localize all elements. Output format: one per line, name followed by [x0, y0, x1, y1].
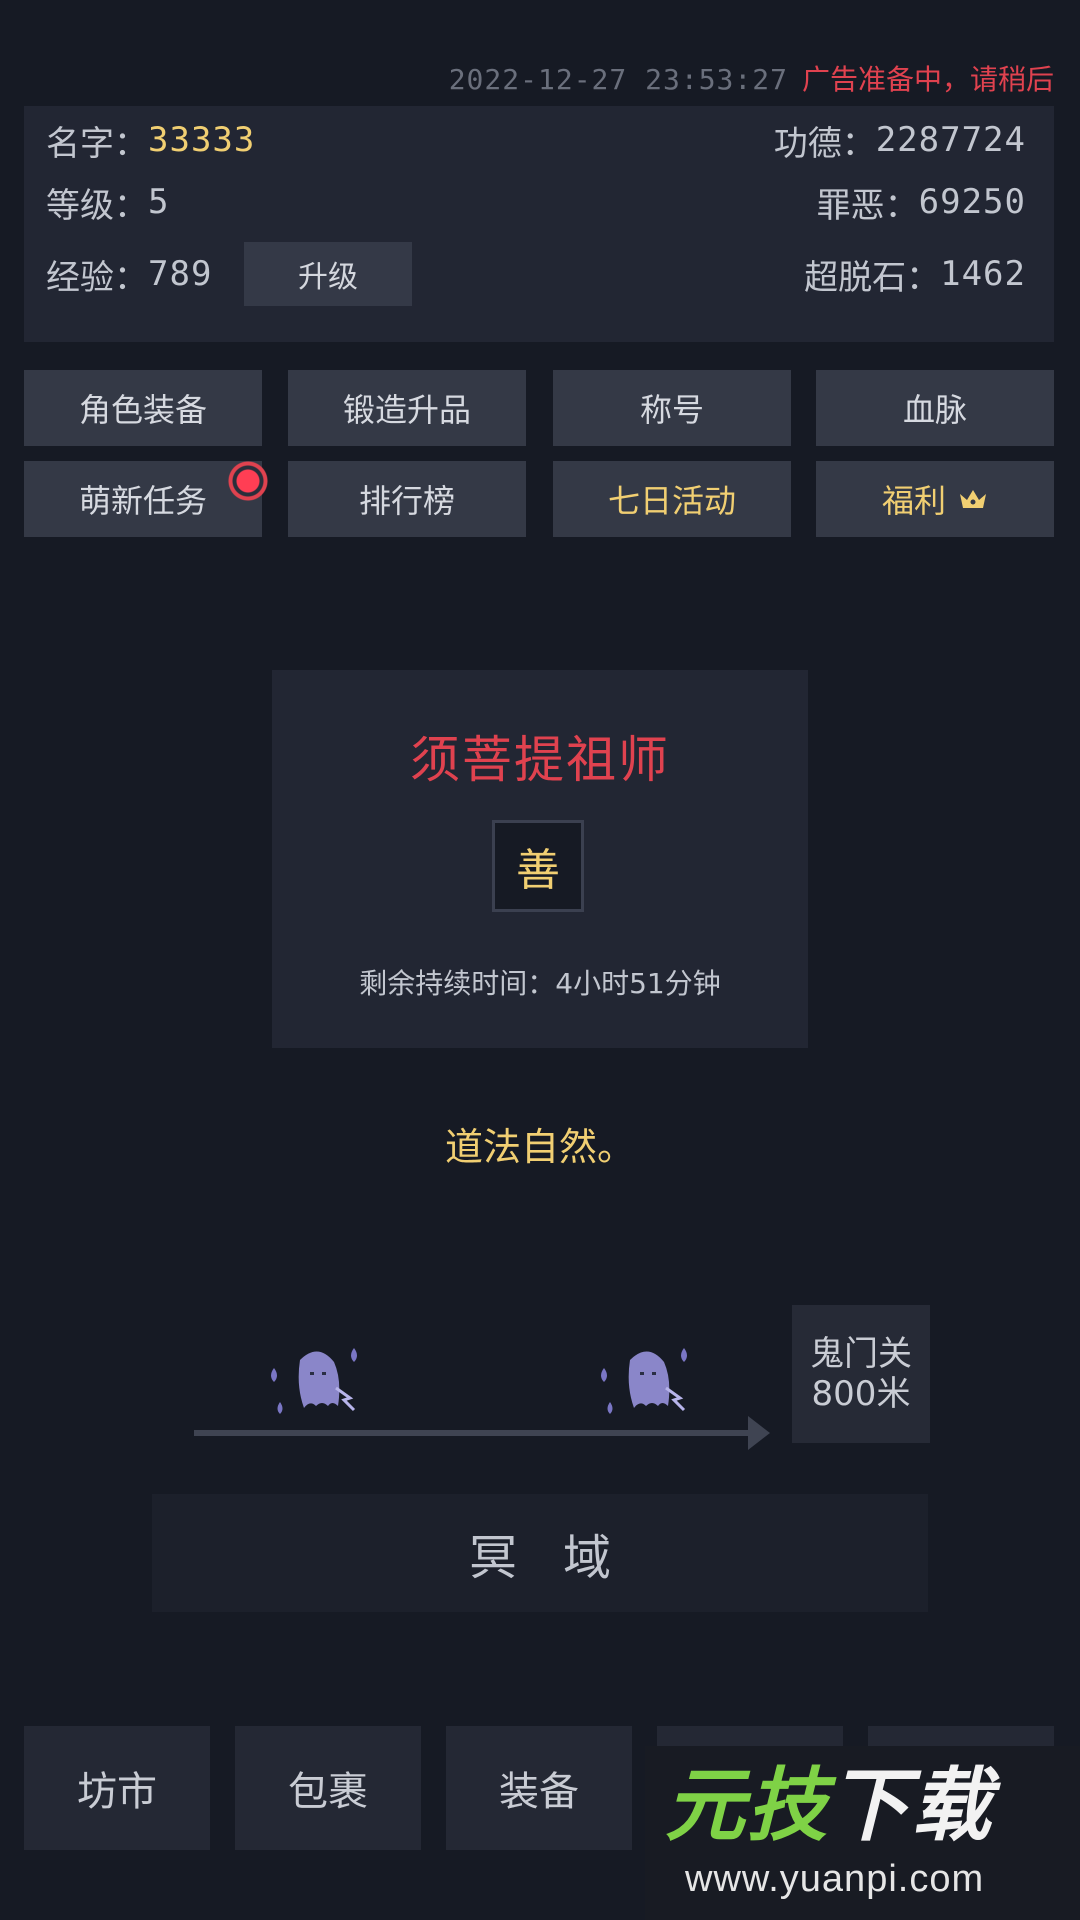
- red-dot-badge-icon: [228, 461, 268, 501]
- player-name: 名字： 33333: [46, 106, 255, 174]
- menu-title-button[interactable]: 称号: [553, 370, 791, 446]
- master-card: 须菩提祖师 善 剩余持续时间：4小时51分钟: [272, 670, 808, 1048]
- status-bar: 2022-12-27 23:53:27 广告准备中，请稍后: [449, 58, 1054, 98]
- watermark-brand-green: 元技: [665, 1759, 829, 1852]
- ghost-icon: [601, 1348, 687, 1414]
- crown-icon: [960, 490, 986, 508]
- menu-seven-day-event-button[interactable]: 七日活动: [553, 461, 791, 537]
- menu-bloodline-button[interactable]: 血脉: [816, 370, 1054, 446]
- watermark: 元技下载 www.yuanpi.com: [645, 1746, 1080, 1920]
- exp-label: 经验：: [46, 257, 148, 298]
- watermark-brand-white: 下载: [829, 1759, 993, 1852]
- remaining-duration: 剩余持续时间：4小时51分钟: [359, 967, 721, 1000]
- level-value: 5: [148, 182, 170, 222]
- player-sin: 罪恶： 69250: [817, 168, 1026, 236]
- menu-forge-button[interactable]: 锻造升品: [288, 370, 526, 446]
- motto-text: 道法自然。: [444, 1125, 635, 1169]
- player-merit: 功德： 2287724: [774, 106, 1026, 174]
- game-screen: 2022-12-27 23:53:27 广告准备中，请稍后 名字： 33333 …: [0, 0, 1080, 1920]
- player-exp: 经验： 789: [46, 240, 212, 308]
- sin-value: 69250: [918, 182, 1026, 222]
- journey-track: [194, 1430, 750, 1436]
- menu-newbie-quest-button[interactable]: 萌新任务: [24, 461, 268, 537]
- destination-name: 鬼门关: [810, 1334, 912, 1374]
- player-level: 等级： 5: [46, 168, 169, 236]
- sin-label: 罪恶：: [816, 185, 919, 226]
- player-stats-panel: 名字： 33333 等级： 5 经验： 789 升级 功德： 2287724 罪…: [24, 106, 1054, 342]
- newbie-quest-label: 萌新任务: [78, 482, 207, 520]
- arrow-right-icon: [748, 1416, 770, 1450]
- merit-value: 2287724: [875, 120, 1026, 160]
- menu-character-equipment-button[interactable]: 角色装备: [24, 370, 262, 446]
- ad-notice[interactable]: 广告准备中，请稍后: [802, 58, 1054, 98]
- player-stone: 超脱石： 1462: [804, 240, 1026, 308]
- upgrade-button[interactable]: 升级: [244, 242, 412, 306]
- level-label: 等级：: [46, 185, 148, 226]
- nav-equipment-button[interactable]: 装备: [446, 1726, 632, 1850]
- ghost-icon: [271, 1348, 357, 1414]
- nav-market-button[interactable]: 坊市: [24, 1726, 210, 1850]
- timestamp: 2022-12-27 23:53:27: [448, 63, 788, 96]
- menu-leaderboard-button[interactable]: 排行榜: [288, 461, 526, 537]
- menu-welfare-button[interactable]: 福利: [816, 461, 1054, 537]
- name-label: 名字：: [46, 123, 148, 164]
- master-name: 须菩提祖师: [410, 731, 670, 789]
- watermark-brand: 元技下载: [665, 1758, 993, 1854]
- exp-value: 789: [148, 254, 213, 294]
- destination-distance: 800米: [811, 1374, 911, 1414]
- stone-value: 1462: [940, 254, 1026, 294]
- virtue-badge[interactable]: 善: [492, 820, 584, 912]
- destination-marker[interactable]: 鬼门关 800米: [792, 1305, 930, 1443]
- nav-bag-button[interactable]: 包裹: [235, 1726, 421, 1850]
- name-value: 33333: [148, 120, 256, 160]
- merit-label: 功德：: [773, 123, 876, 164]
- stone-label: 超脱石：: [804, 257, 941, 298]
- realm-button[interactable]: 冥域: [152, 1494, 928, 1612]
- welfare-label: 福利: [881, 482, 946, 520]
- watermark-url: www.yuanpi.com: [685, 1858, 985, 1900]
